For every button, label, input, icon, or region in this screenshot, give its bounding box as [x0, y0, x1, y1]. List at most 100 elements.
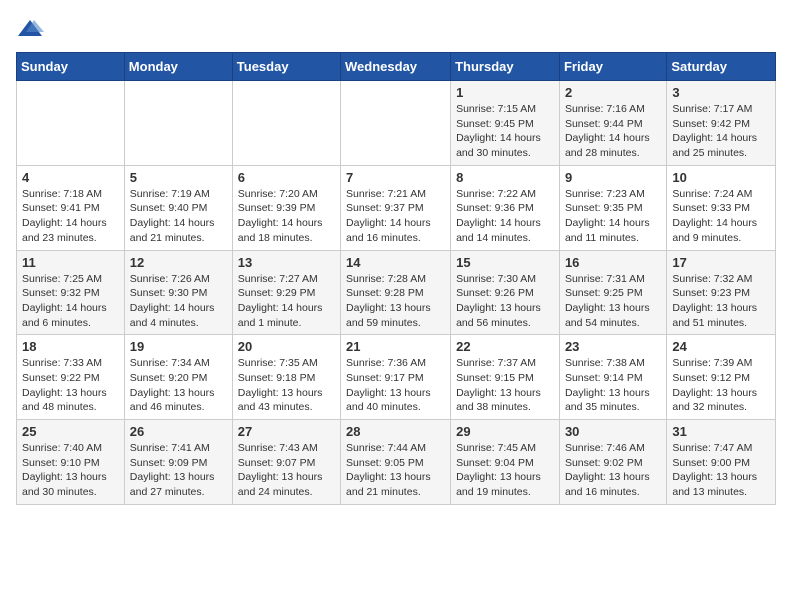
day-info: Sunrise: 7:37 AM Sunset: 9:15 PM Dayligh… [456, 356, 554, 415]
calendar-cell: 19Sunrise: 7:34 AM Sunset: 9:20 PM Dayli… [124, 335, 232, 420]
day-number: 26 [130, 424, 227, 439]
calendar-cell: 13 Sunrise: 7:27 AM Sunset: 9:29 PM Dayli… [232, 250, 340, 335]
calendar-cell [232, 81, 340, 166]
day-info: Sunrise: 7:15 AM Sunset: 9:45 PM Dayligh… [456, 102, 554, 161]
day-info: Sunrise: 7:40 AM Sunset: 9:10 PM Dayligh… [22, 441, 119, 500]
col-header-saturday: Saturday [667, 53, 776, 81]
calendar-cell: 18 Sunrise: 7:33 AM Sunset: 9:22 PM Dayli… [17, 335, 125, 420]
day-info: Sunrise: 7:44 AM Sunset: 9:05 PM Dayligh… [346, 441, 445, 500]
calendar-cell: 8 Sunrise: 7:22 AM Sunset: 9:36 PM Daylig… [451, 165, 560, 250]
day-info: Sunrise: 7:36 AM Sunset: 9:17 PM Dayligh… [346, 356, 445, 415]
calendar-cell: 29 Sunrise: 7:45 AM Sunset: 9:04 PM Dayli… [451, 420, 560, 505]
page-header [16, 16, 776, 44]
day-number: 9 [565, 170, 661, 185]
calendar-cell: 20Sunrise: 7:35 AM Sunset: 9:18 PM Dayli… [232, 335, 340, 420]
day-info: Sunrise: 7:39 AM Sunset: 9:12 PM Dayligh… [672, 356, 770, 415]
day-number: 27 [238, 424, 335, 439]
calendar-header-row: SundayMondayTuesdayWednesdayThursdayFrid… [17, 53, 776, 81]
calendar-cell: 1 Sunrise: 7:15 AM Sunset: 9:45 PM Daylig… [451, 81, 560, 166]
col-header-tuesday: Tuesday [232, 53, 340, 81]
day-number: 13 [238, 255, 335, 270]
calendar-cell: 26 Sunrise: 7:41 AM Sunset: 9:09 PM Dayli… [124, 420, 232, 505]
day-info: Sunrise: 7:25 AM Sunset: 9:32 PM Dayligh… [22, 272, 119, 331]
day-number: 15 [456, 255, 554, 270]
day-info: Sunrise: 7:45 AM Sunset: 9:04 PM Dayligh… [456, 441, 554, 500]
day-number: 21 [346, 339, 445, 354]
day-info: Sunrise: 7:43 AM Sunset: 9:07 PM Dayligh… [238, 441, 335, 500]
logo-icon [16, 16, 44, 44]
day-number: 5 [130, 170, 227, 185]
day-info: Sunrise: 7:22 AM Sunset: 9:36 PM Dayligh… [456, 187, 554, 246]
calendar-cell: 30Sunrise: 7:46 AM Sunset: 9:02 PM Dayli… [559, 420, 666, 505]
calendar-cell: 23 Sunrise: 7:38 AM Sunset: 9:14 PM Dayli… [559, 335, 666, 420]
calendar-cell [124, 81, 232, 166]
day-number: 12 [130, 255, 227, 270]
calendar-week-row: 25Sunrise: 7:40 AM Sunset: 9:10 PM Dayli… [17, 420, 776, 505]
calendar-week-row: 4 Sunrise: 7:18 AM Sunset: 9:41 PM Daylig… [17, 165, 776, 250]
calendar-cell: 16 Sunrise: 7:31 AM Sunset: 9:25 PM Dayli… [559, 250, 666, 335]
day-number: 3 [672, 85, 770, 100]
day-info: Sunrise: 7:26 AM Sunset: 9:30 PM Dayligh… [130, 272, 227, 331]
day-info: Sunrise: 7:27 AM Sunset: 9:29 PM Dayligh… [238, 272, 335, 331]
day-number: 28 [346, 424, 445, 439]
day-info: Sunrise: 7:46 AM Sunset: 9:02 PM Dayligh… [565, 441, 661, 500]
day-info: Sunrise: 7:38 AM Sunset: 9:14 PM Dayligh… [565, 356, 661, 415]
calendar-cell: 21 Sunrise: 7:36 AM Sunset: 9:17 PM Dayli… [341, 335, 451, 420]
day-number: 7 [346, 170, 445, 185]
day-info: Sunrise: 7:23 AM Sunset: 9:35 PM Dayligh… [565, 187, 661, 246]
day-number: 23 [565, 339, 661, 354]
day-info: Sunrise: 7:21 AM Sunset: 9:37 PM Dayligh… [346, 187, 445, 246]
calendar-table: SundayMondayTuesdayWednesdayThursdayFrid… [16, 52, 776, 505]
day-info: Sunrise: 7:28 AM Sunset: 9:28 PM Dayligh… [346, 272, 445, 331]
col-header-sunday: Sunday [17, 53, 125, 81]
day-number: 2 [565, 85, 661, 100]
calendar-cell: 2 Sunrise: 7:16 AM Sunset: 9:44 PM Daylig… [559, 81, 666, 166]
calendar-cell: 22 Sunrise: 7:37 AM Sunset: 9:15 PM Dayli… [451, 335, 560, 420]
day-number: 10 [672, 170, 770, 185]
calendar-cell: 4 Sunrise: 7:18 AM Sunset: 9:41 PM Daylig… [17, 165, 125, 250]
day-number: 24 [672, 339, 770, 354]
calendar-cell [17, 81, 125, 166]
calendar-cell: 31Sunrise: 7:47 AM Sunset: 9:00 PM Dayli… [667, 420, 776, 505]
calendar-week-row: 18 Sunrise: 7:33 AM Sunset: 9:22 PM Dayli… [17, 335, 776, 420]
col-header-friday: Friday [559, 53, 666, 81]
calendar-cell: 27 Sunrise: 7:43 AM Sunset: 9:07 PM Dayli… [232, 420, 340, 505]
calendar-cell: 17 Sunrise: 7:32 AM Sunset: 9:23 PM Dayli… [667, 250, 776, 335]
day-info: Sunrise: 7:34 AM Sunset: 9:20 PM Dayligh… [130, 356, 227, 415]
col-header-thursday: Thursday [451, 53, 560, 81]
day-number: 8 [456, 170, 554, 185]
day-number: 6 [238, 170, 335, 185]
day-number: 4 [22, 170, 119, 185]
calendar-cell: 25Sunrise: 7:40 AM Sunset: 9:10 PM Dayli… [17, 420, 125, 505]
day-number: 16 [565, 255, 661, 270]
col-header-wednesday: Wednesday [341, 53, 451, 81]
calendar-cell [341, 81, 451, 166]
calendar-cell: 28 Sunrise: 7:44 AM Sunset: 9:05 PM Dayli… [341, 420, 451, 505]
day-info: Sunrise: 7:33 AM Sunset: 9:22 PM Dayligh… [22, 356, 119, 415]
day-number: 18 [22, 339, 119, 354]
day-info: Sunrise: 7:32 AM Sunset: 9:23 PM Dayligh… [672, 272, 770, 331]
day-number: 29 [456, 424, 554, 439]
day-info: Sunrise: 7:41 AM Sunset: 9:09 PM Dayligh… [130, 441, 227, 500]
calendar-week-row: 1 Sunrise: 7:15 AM Sunset: 9:45 PM Daylig… [17, 81, 776, 166]
calendar-cell: 9 Sunrise: 7:23 AM Sunset: 9:35 PM Daylig… [559, 165, 666, 250]
day-number: 11 [22, 255, 119, 270]
day-info: Sunrise: 7:18 AM Sunset: 9:41 PM Dayligh… [22, 187, 119, 246]
calendar-week-row: 11 Sunrise: 7:25 AM Sunset: 9:32 PM Dayli… [17, 250, 776, 335]
calendar-cell: 10 Sunrise: 7:24 AM Sunset: 9:33 PM Dayli… [667, 165, 776, 250]
logo [16, 16, 48, 44]
calendar-cell: 7 Sunrise: 7:21 AM Sunset: 9:37 PM Daylig… [341, 165, 451, 250]
day-info: Sunrise: 7:31 AM Sunset: 9:25 PM Dayligh… [565, 272, 661, 331]
day-info: Sunrise: 7:19 AM Sunset: 9:40 PM Dayligh… [130, 187, 227, 246]
calendar-cell: 24 Sunrise: 7:39 AM Sunset: 9:12 PM Dayli… [667, 335, 776, 420]
col-header-monday: Monday [124, 53, 232, 81]
day-info: Sunrise: 7:30 AM Sunset: 9:26 PM Dayligh… [456, 272, 554, 331]
day-number: 22 [456, 339, 554, 354]
day-info: Sunrise: 7:16 AM Sunset: 9:44 PM Dayligh… [565, 102, 661, 161]
day-number: 17 [672, 255, 770, 270]
calendar-cell: 5 Sunrise: 7:19 AM Sunset: 9:40 PM Daylig… [124, 165, 232, 250]
day-info: Sunrise: 7:24 AM Sunset: 9:33 PM Dayligh… [672, 187, 770, 246]
day-info: Sunrise: 7:20 AM Sunset: 9:39 PM Dayligh… [238, 187, 335, 246]
day-number: 1 [456, 85, 554, 100]
day-number: 31 [672, 424, 770, 439]
